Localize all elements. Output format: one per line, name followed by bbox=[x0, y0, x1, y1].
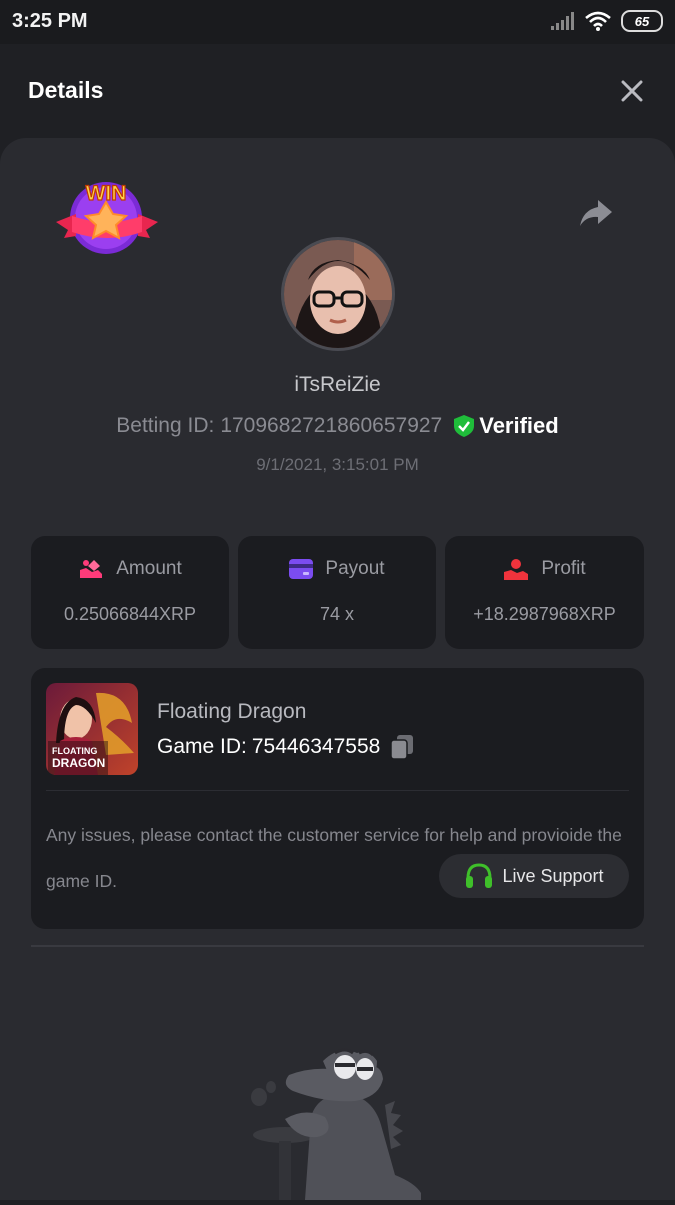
amount-icon bbox=[80, 560, 103, 578]
section-divider bbox=[31, 945, 644, 947]
stat-value: 74 x bbox=[319, 604, 355, 624]
stat-value: +18.2987968XRP bbox=[473, 604, 616, 624]
stat-label: Amount bbox=[116, 558, 182, 579]
bet-timestamp: 9/1/2021, 3:15:01 PM bbox=[256, 455, 419, 474]
stat-label: Profit bbox=[541, 558, 586, 579]
profit-hand-icon bbox=[504, 559, 529, 580]
page-title: Details bbox=[28, 77, 104, 103]
verified-label: Verified bbox=[479, 413, 559, 438]
stat-card-profit: Profit +18.2987968XRP bbox=[445, 536, 644, 649]
verified-badge: Verified bbox=[454, 413, 559, 439]
avatar bbox=[281, 237, 395, 351]
game-id-value: 75446347558 bbox=[251, 735, 381, 758]
signal-icon bbox=[551, 12, 574, 30]
thumb-text-top: FLOATING bbox=[52, 746, 97, 756]
betting-id-value: 1709682721860657927 bbox=[220, 414, 443, 437]
shield-check-icon bbox=[454, 415, 475, 437]
game-thumbnail-image: FLOATING DRAGON bbox=[46, 683, 138, 775]
crocodile-mascot-illustration bbox=[245, 1045, 435, 1200]
stat-card-payout: Payout 74 x bbox=[238, 536, 436, 649]
live-support-button[interactable]: Live Support bbox=[439, 854, 629, 898]
status-time: 3:25 PM bbox=[12, 10, 88, 32]
battery-level: 65 bbox=[634, 13, 650, 29]
game-card: FLOATING DRAGON Floating Dragon Game ID:… bbox=[31, 668, 644, 929]
win-badge-text: WIN bbox=[86, 182, 127, 205]
avatar-image bbox=[284, 240, 392, 348]
stat-value: 0.25066844XRP bbox=[63, 604, 197, 624]
mascot-image bbox=[251, 1048, 421, 1200]
stat-card-amount: Amount 0.25066844XRP bbox=[31, 536, 229, 649]
divider bbox=[46, 790, 629, 791]
win-badge: WIN bbox=[52, 176, 162, 258]
battery-icon: 65 bbox=[621, 10, 663, 32]
payout-card-icon bbox=[289, 559, 314, 579]
game-thumbnail[interactable]: FLOATING DRAGON bbox=[46, 683, 138, 775]
status-bar: 3:25 PM 65 bbox=[0, 0, 675, 44]
game-id-row: Game ID: 75446347558 bbox=[157, 734, 414, 760]
betting-id-label: Betting ID: bbox=[116, 414, 215, 437]
live-support-label: Live Support bbox=[502, 865, 604, 886]
game-id-label: Game ID: bbox=[157, 735, 247, 758]
close-icon[interactable] bbox=[619, 78, 645, 104]
username: iTsReiZie bbox=[294, 373, 381, 396]
copy-icon[interactable] bbox=[390, 734, 414, 760]
win-badge-icon: WIN bbox=[56, 181, 158, 254]
betting-id-row: Betting ID: 1709682721860657927 Verified bbox=[0, 413, 675, 439]
stat-label: Payout bbox=[325, 558, 385, 579]
status-icons: 65 bbox=[551, 10, 663, 32]
wifi-icon bbox=[585, 11, 611, 31]
share-icon[interactable] bbox=[578, 198, 614, 230]
thumb-text-bottom: DRAGON bbox=[52, 756, 105, 770]
details-header: Details bbox=[0, 44, 675, 136]
game-name: Floating Dragon bbox=[157, 700, 307, 723]
headset-icon bbox=[466, 863, 493, 888]
